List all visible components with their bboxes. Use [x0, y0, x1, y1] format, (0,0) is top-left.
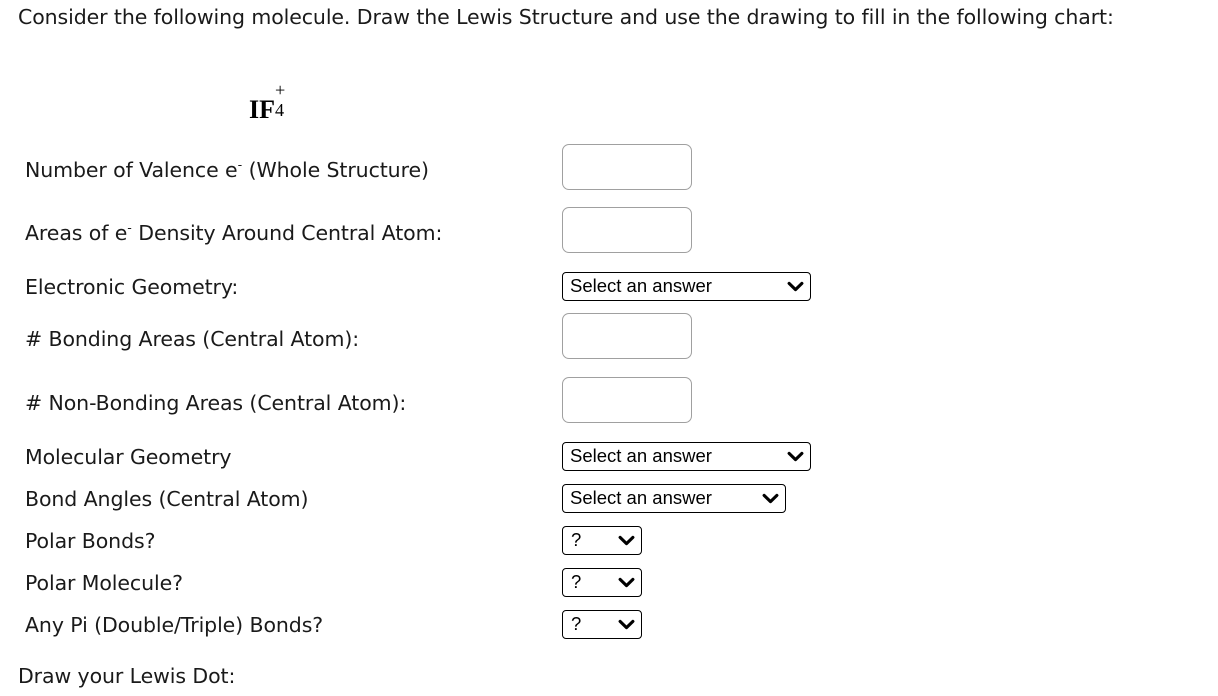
- label-electronic-geometry: Electronic Geometry:: [25, 275, 239, 299]
- formula-base: IF: [249, 95, 275, 124]
- input-areas-of-density[interactable]: [562, 207, 692, 253]
- select-polar-molecule-value: ?: [571, 570, 582, 592]
- select-polar-bonds-value: ?: [571, 528, 582, 550]
- select-bond-angles[interactable]: Select an answer: [562, 484, 786, 513]
- input-valence-electrons[interactable]: [562, 144, 692, 190]
- select-bond-angles-value: Select an answer: [570, 486, 712, 508]
- label-molecular-geometry: Molecular Geometry: [25, 445, 232, 469]
- label-non-bonding-areas: # Non-Bonding Areas (Central Atom):: [25, 391, 407, 415]
- label-valence-electrons-post: (Whole Structure): [242, 158, 429, 182]
- label-polar-molecule: Polar Molecule?: [25, 571, 183, 595]
- label-areas-of-density-post: Density Around Central Atom:: [131, 221, 443, 245]
- chevron-down-icon: [781, 281, 804, 293]
- input-non-bonding-areas[interactable]: [562, 377, 692, 423]
- select-polar-molecule[interactable]: ?: [562, 568, 642, 597]
- select-pi-bonds-value: ?: [571, 612, 582, 634]
- label-bonding-areas: # Bonding Areas (Central Atom):: [25, 327, 360, 351]
- chevron-down-icon: [760, 493, 779, 505]
- label-areas-of-density: Areas of e- Density Around Central Atom:: [25, 219, 442, 247]
- select-molecular-geometry-value: Select an answer: [570, 444, 712, 466]
- molecular-formula: IF +4: [249, 81, 302, 124]
- select-polar-bonds[interactable]: ?: [562, 526, 642, 555]
- label-areas-of-density-pre: Areas of e: [25, 221, 128, 245]
- label-valence-electrons: Number of Valence e- (Whole Structure): [25, 156, 429, 184]
- instruction-paragraph: Consider the following molecule. Draw th…: [18, 5, 1114, 29]
- select-electronic-geometry[interactable]: Select an answer: [562, 272, 811, 301]
- label-valence-electrons-pre: Number of Valence e: [25, 158, 238, 182]
- formula-subscript-count: 4: [275, 100, 285, 121]
- label-areas-of-density-superscript: -: [127, 220, 132, 236]
- formula-charge-subscript-group: +4: [275, 81, 302, 121]
- select-pi-bonds[interactable]: ?: [562, 610, 642, 639]
- chevron-down-icon: [781, 451, 804, 463]
- select-molecular-geometry[interactable]: Select an answer: [562, 442, 811, 471]
- chevron-down-icon: [612, 619, 635, 631]
- draw-lewis-dot-label: Draw your Lewis Dot:: [18, 664, 236, 688]
- label-pi-bonds: Any Pi (Double/Triple) Bonds?: [25, 613, 324, 637]
- label-polar-bonds: Polar Bonds?: [25, 529, 156, 553]
- input-bonding-areas[interactable]: [562, 313, 692, 359]
- formula-superscript-charge: +: [275, 80, 286, 101]
- select-electronic-geometry-value: Select an answer: [570, 274, 712, 296]
- label-bond-angles: Bond Angles (Central Atom): [25, 487, 309, 511]
- label-valence-electrons-superscript: -: [237, 157, 243, 173]
- chevron-down-icon: [612, 577, 635, 589]
- chevron-down-icon: [612, 535, 635, 547]
